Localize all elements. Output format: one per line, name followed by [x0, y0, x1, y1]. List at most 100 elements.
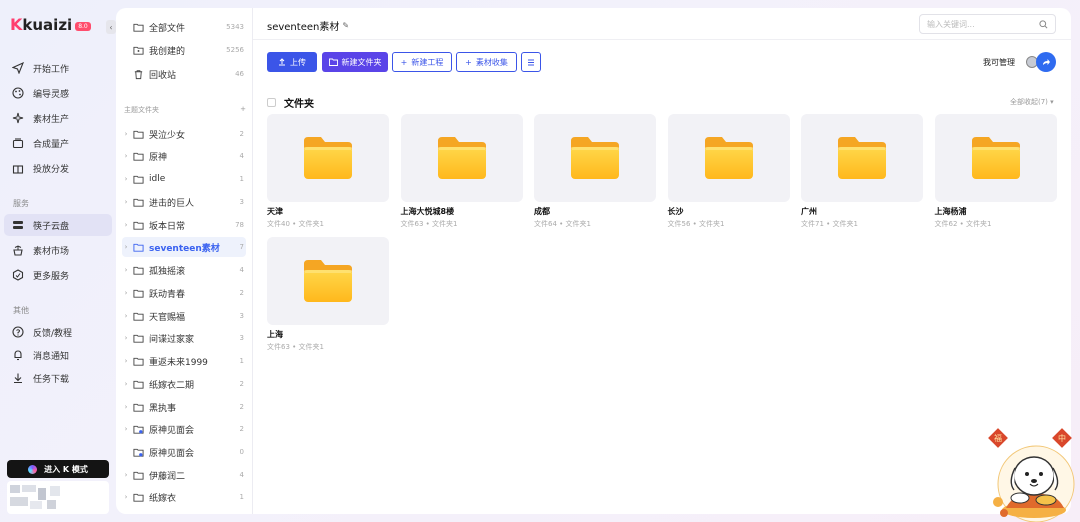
tree-item-all-files[interactable]: 全部文件 5343 [122, 17, 246, 37]
tree-folder-count: 4 [239, 266, 244, 274]
nav-item-downloads[interactable]: 任务下载 [4, 367, 112, 389]
tree-folder-item[interactable]: › 孤独摇滚 4 [122, 260, 246, 280]
tree-folder-item[interactable]: › 跃动青春 2 [122, 283, 246, 303]
folder-meta: 文件40 • 文件夹1 [267, 220, 324, 228]
search-input[interactable] [927, 19, 1039, 29]
enter-k-mode-button[interactable]: 进入 K 模式 [7, 460, 109, 478]
folder-thumbnail[interactable] [801, 114, 923, 202]
folder-meta: 文件64 • 文件夹1 [534, 220, 591, 228]
mascot-decoration[interactable]: 福 中 [984, 428, 1080, 522]
caret-right-icon[interactable]: › [122, 175, 130, 183]
tree-folder-item[interactable]: 原神见面会 0 [122, 442, 246, 462]
logo-mark: K [10, 15, 22, 34]
nav-item-inspiration[interactable]: 编导灵感 [4, 82, 112, 104]
caret-right-icon[interactable]: › [122, 289, 130, 297]
caret-right-icon[interactable]: › [122, 403, 130, 411]
nav-item-notifications[interactable]: 消息通知 [4, 344, 112, 366]
caret-right-icon[interactable]: › [122, 266, 130, 274]
tree-folder-count: 7 [239, 243, 244, 251]
folder-thumbnail[interactable] [934, 114, 1057, 202]
tree-folder-item[interactable]: › 原神 4 [122, 146, 246, 166]
tree-folder-label: 纸嫁衣二期 [149, 380, 195, 391]
tree-folder-label: 纸嫁衣 [149, 493, 177, 504]
tree-folder-item[interactable]: › 纸嫁衣二期 2 [122, 374, 246, 394]
folder-card[interactable]: 上海 文件63 • 文件夹1 [267, 237, 389, 352]
nav-item-synthesis[interactable]: 合成量产 [4, 132, 112, 154]
tree-folder-item[interactable]: › 天官赐福 3 [122, 306, 246, 326]
folder-card[interactable]: 上海大悦城8楼 文件63 • 文件夹1 [400, 114, 523, 229]
nav-item-cloud-drive[interactable]: 筷子云盘 [4, 214, 112, 236]
list-view-button[interactable] [521, 52, 541, 72]
new-folder-button[interactable]: 新建文件夹 [322, 52, 388, 72]
edit-title-icon[interactable]: ✎ [342, 21, 349, 30]
tree-item-label: 我创建的 [149, 46, 186, 57]
tree-folder-item[interactable]: › seventeen素材 7 [122, 237, 246, 257]
upload-button[interactable]: 上传 [267, 52, 317, 72]
folder-name: 上海杨浦 [934, 207, 967, 216]
tree-folder-item[interactable]: › 原神见面会 2 [122, 419, 246, 439]
caret-right-icon[interactable]: › [122, 334, 130, 342]
folder-meta: 文件56 • 文件夹1 [667, 220, 725, 228]
collapse-sidebar-button[interactable]: ‹ [106, 20, 116, 34]
tree-folder-count: 78 [235, 221, 244, 229]
collapse-all-toggle[interactable]: 全部收起(7) ▾ [1010, 97, 1054, 107]
tree-folder-item[interactable]: › 黑执事 2 [122, 397, 246, 417]
hexagon-icon [12, 269, 24, 281]
folder-card[interactable]: 上海杨浦文件62 • 文件夹1 [934, 114, 1057, 229]
tree-folder-item[interactable]: › 哭泣少女 2 [122, 124, 246, 144]
folder-meta: 文件62 • 文件夹1 [934, 220, 992, 228]
nav-item-production[interactable]: 素材生产 [4, 107, 112, 129]
tree-folder-item[interactable]: › 纸嫁衣 1 [122, 487, 246, 507]
new-project-button[interactable]: + 新建工程 [392, 52, 452, 72]
theme-folders-label: 主题文件夹 [124, 106, 159, 114]
caret-right-icon[interactable]: › [122, 152, 130, 160]
tree-folder-item[interactable]: › 坂本日常 78 [122, 215, 246, 235]
nav-item-market[interactable]: 素材市场 [4, 239, 112, 261]
folder-icon [133, 198, 144, 207]
nav-item-more-services[interactable]: 更多服务 [4, 264, 112, 286]
nav-item-distribution[interactable]: 投放分发 [4, 157, 112, 179]
caret-right-icon[interactable]: › [122, 493, 130, 501]
nav-item-start-work[interactable]: 开始工作 [4, 57, 112, 79]
tree-folder-item[interactable]: › 间谍过家家 3 [122, 328, 246, 348]
caret-right-icon[interactable]: › [122, 380, 130, 388]
tree-folder-item[interactable]: › 进击的巨人 3 [122, 192, 246, 212]
folder-card[interactable]: 天津 文件40 • 文件夹1 [267, 114, 389, 229]
send-icon [12, 62, 24, 74]
folder-thumbnail[interactable] [267, 237, 389, 325]
caret-right-icon[interactable]: › [122, 243, 130, 251]
caret-right-icon[interactable]: › [122, 357, 130, 365]
caret-right-icon[interactable]: › [122, 198, 130, 206]
select-all-checkbox[interactable] [267, 98, 276, 107]
caret-right-icon[interactable]: › [122, 312, 130, 320]
tree-folder-item[interactable]: › 重返未来1999 1 [122, 351, 246, 371]
folder-card[interactable]: 长沙 文件56 • 文件夹1 [667, 114, 790, 229]
folder-card[interactable]: 成都 文件64 • 文件夹1 [534, 114, 656, 229]
app-logo[interactable]: K kuaizi 8.0 [10, 15, 91, 34]
search-icon[interactable] [1039, 19, 1048, 29]
tree-folder-label: 间谍过家家 [149, 334, 195, 345]
yellow-folder-icon [304, 260, 352, 302]
tree-folder-item[interactable]: › 伊藤润二 4 [122, 465, 246, 485]
caret-right-icon[interactable]: › [122, 471, 130, 479]
nav-item-label: 反馈/教程 [33, 328, 73, 339]
folder-thumbnail[interactable] [267, 114, 389, 202]
tree-item-my-created[interactable]: 我创建的 5256 [122, 40, 246, 60]
folder-thumbnail[interactable] [534, 114, 656, 202]
tree-item-recycle-bin[interactable]: 回收站 46 [122, 64, 246, 84]
collect-material-button[interactable]: + 素材收集 [456, 52, 517, 72]
user-profile[interactable] [7, 481, 109, 514]
caret-right-icon[interactable]: › [122, 221, 130, 229]
folder-card[interactable]: 广州 文件71 • 文件夹1 [801, 114, 923, 229]
caret-right-icon[interactable]: › [122, 130, 130, 138]
add-theme-folder-button[interactable]: + [240, 105, 246, 115]
caret-right-icon[interactable]: › [122, 425, 130, 433]
folder-thumbnail[interactable] [667, 114, 790, 202]
manage-scope-label[interactable]: 我可管理 [983, 57, 1015, 68]
tree-folder-item[interactable]: › idle 1 [122, 169, 246, 189]
folder-icon [133, 471, 144, 480]
share-button[interactable] [1036, 52, 1056, 72]
nav-item-feedback[interactable]: 反馈/教程 [4, 321, 112, 343]
folder-thumbnail[interactable] [400, 114, 523, 202]
folder-icon [133, 152, 144, 161]
